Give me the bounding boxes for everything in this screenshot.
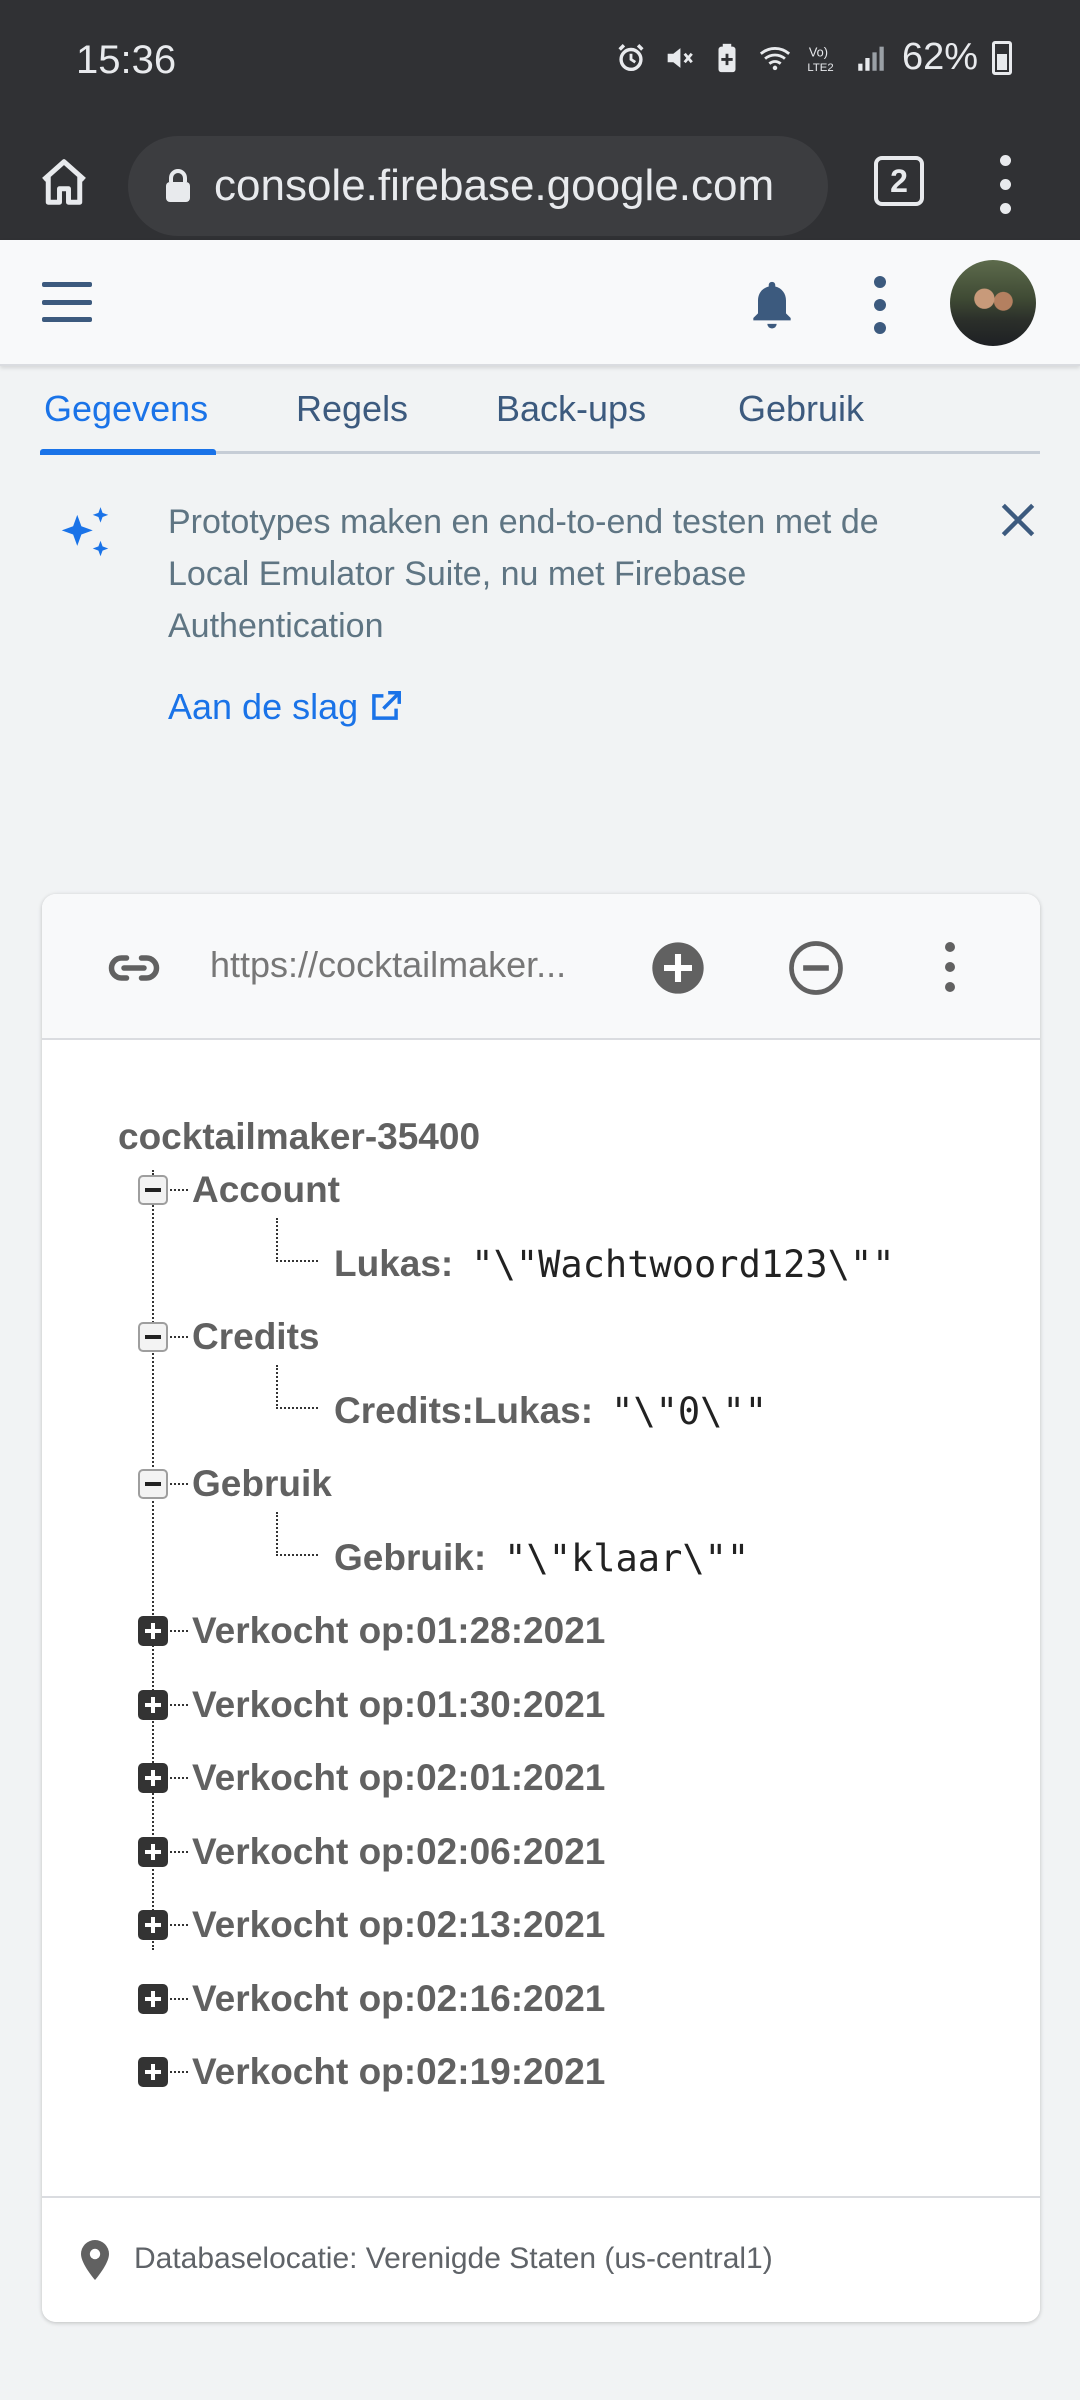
- tab-count: 2: [890, 162, 908, 199]
- app-bar: [0, 240, 1080, 366]
- banner-message: Prototypes maken en end-to-end testen me…: [168, 503, 879, 645]
- tab-gebruik[interactable]: Gebruik: [738, 388, 864, 430]
- wifi-icon: [759, 46, 791, 70]
- lock-icon: [166, 169, 190, 202]
- browser-menu-button[interactable]: [990, 148, 1020, 220]
- collapse-icon[interactable]: [138, 1175, 168, 1205]
- expand-icon[interactable]: [138, 1763, 168, 1793]
- database-more-icon[interactable]: [940, 942, 960, 992]
- collapse-icon[interactable]: [138, 1469, 168, 1499]
- svg-text:Vo): Vo): [809, 44, 828, 59]
- tree-node-verkocht: Verkocht op:02:01:2021: [138, 1754, 605, 1802]
- tree-node-verkocht: Verkocht op:02:19:2021: [138, 2048, 605, 2096]
- battery-percent: 62%: [901, 36, 978, 78]
- avatar[interactable]: [950, 260, 1036, 346]
- tree-node-account: Account: [138, 1166, 340, 1214]
- node-key[interactable]: Verkocht op:02:13:2021: [192, 1904, 605, 1946]
- tree-node-verkocht: Verkocht op:02:13:2021: [138, 1901, 605, 1949]
- browser-toolbar: console.firebase.google.com 2: [0, 128, 1080, 240]
- active-tab-indicator: [40, 449, 216, 455]
- tree-node-verkocht: Verkocht op:01:28:2021: [138, 1607, 605, 1655]
- node-key[interactable]: Verkocht op:02:01:2021: [192, 1757, 605, 1799]
- expand-icon[interactable]: [138, 1616, 168, 1646]
- node-key[interactable]: Verkocht op:01:28:2021: [192, 1610, 605, 1652]
- more-options-icon[interactable]: [870, 276, 890, 334]
- leaf-value[interactable]: "\"0\"": [611, 1390, 767, 1433]
- battery-icon: [992, 40, 1012, 75]
- node-key[interactable]: Credits: [192, 1316, 319, 1358]
- leaf-value[interactable]: "\"Wachtwoord123\"": [471, 1243, 894, 1286]
- database-toolbar: https://cocktailmaker...: [42, 894, 1040, 1040]
- database-url[interactable]: https://cocktailmaker...: [210, 944, 600, 986]
- expand-icon[interactable]: [138, 1910, 168, 1940]
- leaf-key[interactable]: Lukas:: [334, 1243, 453, 1285]
- expand-icon[interactable]: [138, 1984, 168, 2014]
- add-circle-icon[interactable]: [650, 940, 706, 996]
- bell-icon[interactable]: [744, 274, 800, 334]
- database-card: https://cocktailmaker... cocktailmaker-3…: [42, 894, 1040, 2322]
- tab-regels[interactable]: Regels: [296, 388, 408, 430]
- tree-leaf-gebruik: Gebruik: "\"klaar\"": [276, 1512, 749, 1582]
- tree-node-verkocht: Verkocht op:01:30:2021: [138, 1681, 605, 1729]
- node-key[interactable]: Verkocht op:02:16:2021: [192, 1978, 605, 2020]
- data-tree: cocktailmaker-35400 Account Lukas: "\"Wa…: [42, 1040, 1040, 2092]
- svg-text:LTE2: LTE2: [807, 61, 833, 73]
- database-location-footer: Databaselocatie: Verenigde Staten (us-ce…: [42, 2196, 1040, 2322]
- leaf-value[interactable]: "\"klaar\"": [504, 1537, 749, 1580]
- status-time: 15:36: [76, 38, 177, 82]
- dot: [999, 202, 1011, 214]
- node-key[interactable]: Verkocht op:01:30:2021: [192, 1684, 605, 1726]
- tree-leaf-credits-lukas: Credits:Lukas: "\"0\"": [276, 1365, 767, 1435]
- link-icon[interactable]: [104, 938, 164, 998]
- node-key[interactable]: Gebruik: [192, 1463, 332, 1505]
- tree-root[interactable]: cocktailmaker-35400: [118, 1116, 480, 1158]
- address-bar[interactable]: console.firebase.google.com: [128, 136, 828, 236]
- expand-icon[interactable]: [138, 2057, 168, 2087]
- get-started-link[interactable]: Aan de slag: [168, 686, 404, 728]
- tab-gegevens[interactable]: Gegevens: [44, 388, 208, 430]
- tree-node-credits: Credits: [138, 1313, 319, 1361]
- dot: [999, 154, 1011, 166]
- dot: [999, 178, 1011, 190]
- tree-node-verkocht: Verkocht op:02:06:2021: [138, 1828, 605, 1876]
- status-icons: Vo) LTE2 62%: [614, 36, 1012, 79]
- tab-back-ups[interactable]: Back-ups: [496, 388, 646, 430]
- leaf-key[interactable]: Gebruik:: [334, 1537, 486, 1579]
- node-key[interactable]: Verkocht op:02:06:2021: [192, 1831, 605, 1873]
- tab-bar: Gegevens Regels Back-ups Gebruik: [40, 366, 1040, 455]
- volte-icon: Vo) LTE2: [807, 44, 833, 73]
- get-started-label: Aan de slag: [168, 686, 359, 727]
- alarm-icon: [618, 43, 644, 71]
- node-key[interactable]: Verkocht op:02:19:2021: [192, 2051, 605, 2093]
- tree-leaf-lukas: Lukas: "\"Wachtwoord123\"": [276, 1218, 895, 1288]
- close-icon[interactable]: [996, 498, 1040, 542]
- signal-icon: [858, 46, 884, 71]
- battery-saver-icon: [718, 43, 736, 72]
- url-text: console.firebase.google.com: [214, 161, 775, 210]
- menu-icon[interactable]: [42, 282, 92, 322]
- expand-icon[interactable]: [138, 1690, 168, 1720]
- sparkle-icon: [61, 507, 109, 557]
- tab-switcher-button[interactable]: 2: [874, 156, 924, 206]
- expand-icon[interactable]: [138, 1837, 168, 1867]
- tree-node-verkocht: Verkocht op:02:16:2021: [138, 1975, 605, 2023]
- status-bar: 15:36 Vo) LTE2 62%: [0, 0, 1080, 128]
- remove-circle-icon[interactable]: [788, 940, 844, 996]
- leaf-key[interactable]: Credits:Lukas:: [334, 1390, 593, 1432]
- database-location: Databaselocatie: Verenigde Staten (us-ce…: [134, 2242, 773, 2275]
- tree-node-gebruik: Gebruik: [138, 1460, 332, 1508]
- home-icon: [42, 159, 86, 205]
- external-link-icon: [372, 691, 402, 720]
- location-pin-icon: [81, 2240, 109, 2280]
- node-key[interactable]: Account: [192, 1169, 340, 1211]
- home-button[interactable]: [34, 140, 94, 224]
- collapse-icon[interactable]: [138, 1322, 168, 1352]
- mute-icon: [667, 47, 693, 68]
